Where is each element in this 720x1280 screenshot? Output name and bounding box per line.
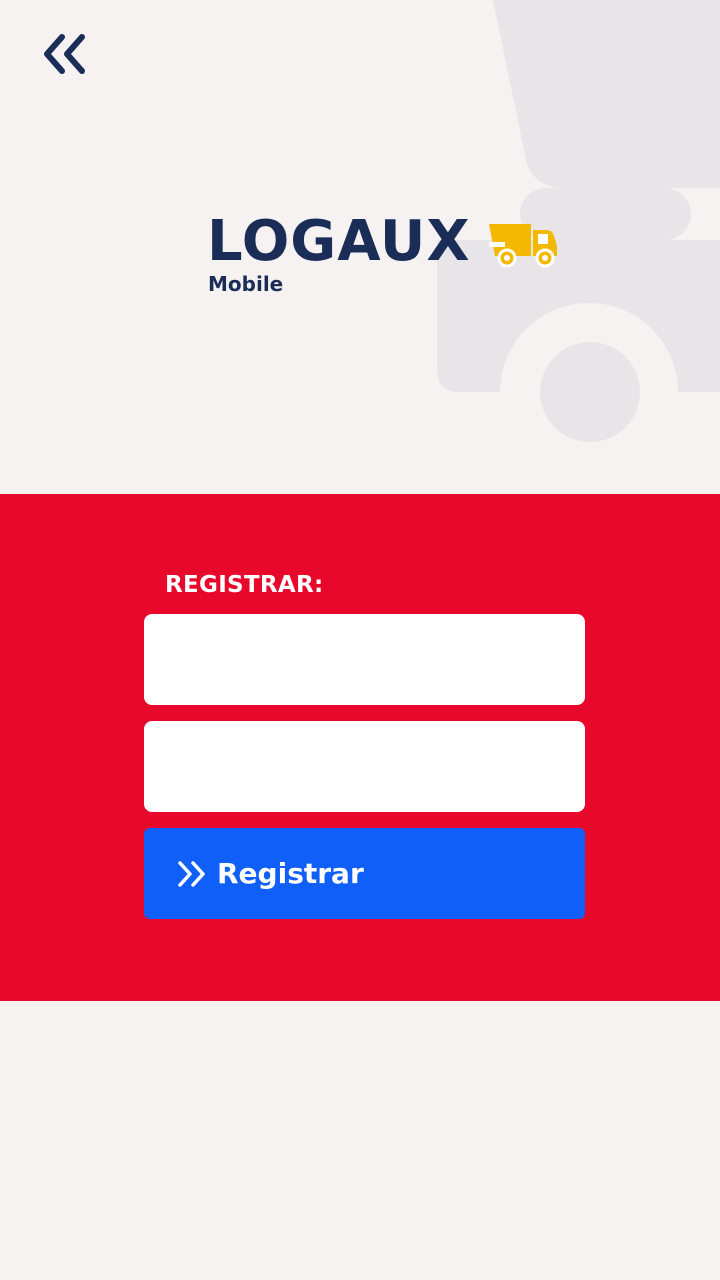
- back-button[interactable]: [36, 28, 92, 80]
- delivery-truck-icon: [489, 224, 557, 268]
- register-button[interactable]: Registrar: [144, 828, 585, 919]
- register-button-label: Registrar: [217, 856, 364, 890]
- logo-subtitle: Mobile: [208, 272, 284, 296]
- register-input-2[interactable]: [144, 721, 585, 812]
- double-chevron-right-icon: [176, 859, 208, 889]
- register-title: REGISTRAR:: [165, 572, 324, 598]
- app-logo: LOGAUX Mobile: [207, 212, 567, 302]
- logo-wordmark: LOGAUX: [207, 209, 471, 274]
- double-chevron-left-icon: [44, 34, 85, 74]
- register-input-1[interactable]: [144, 614, 585, 705]
